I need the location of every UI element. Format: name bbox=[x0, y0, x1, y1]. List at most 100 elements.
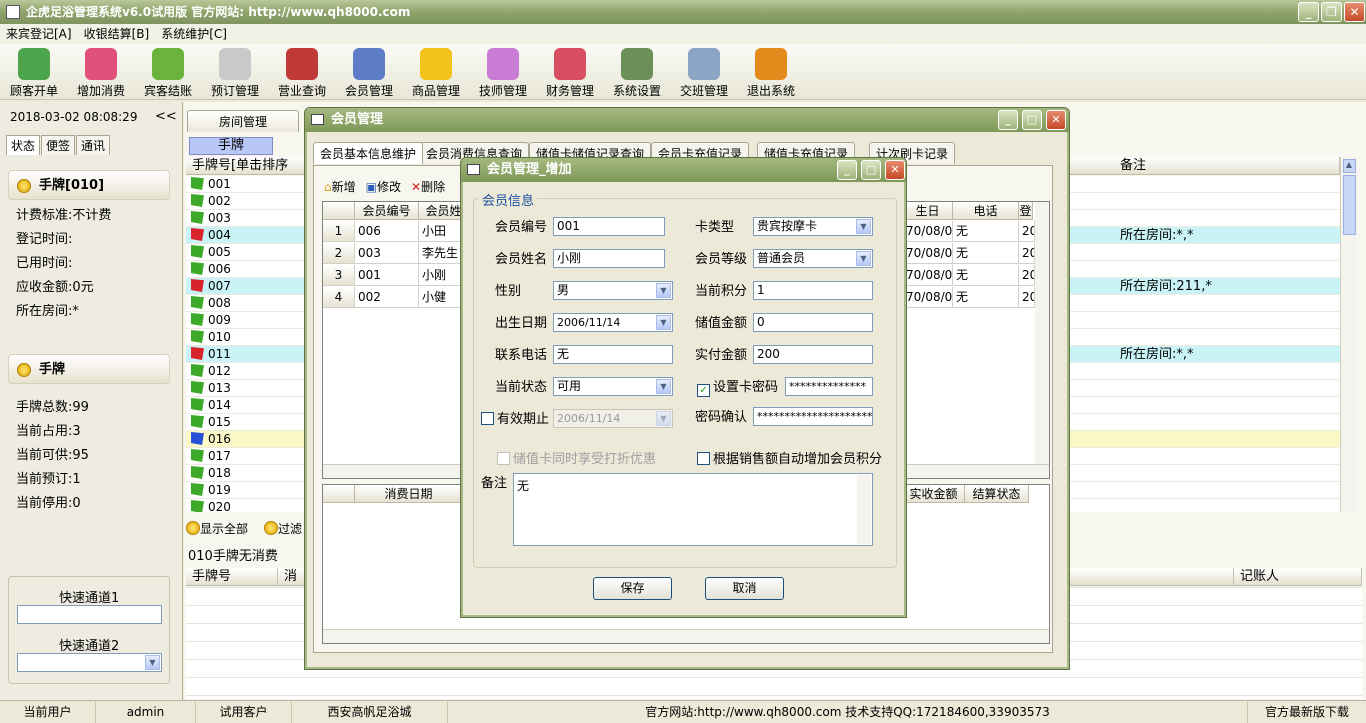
toolbar-members-button[interactable]: 会员管理 bbox=[336, 46, 402, 99]
restore-button[interactable]: ❐ bbox=[1321, 2, 1342, 22]
delete-member-button[interactable]: ✕删除 bbox=[411, 178, 445, 195]
menu-checkout[interactable]: 收银结算[B] bbox=[84, 27, 150, 41]
col-birthday[interactable]: 生日 bbox=[903, 202, 953, 220]
member-cell-phone[interactable]: 无 bbox=[953, 221, 1019, 242]
member-cell-birth[interactable]: 70/08/08 bbox=[903, 265, 953, 286]
member-cell-idx[interactable]: 1 bbox=[323, 221, 355, 242]
member-cell-id[interactable]: 003 bbox=[355, 243, 419, 264]
toolbar: 顾客开单 增加消费 宾客结账 预订管理 营业查询 会员管理 商品管理 技师管理 财务管理 系统设置… bbox=[0, 44, 1366, 100]
tab-member-basic[interactable]: 会员基本信息维护 bbox=[313, 142, 424, 164]
toolbar-checkout-button[interactable]: 宾客结账 bbox=[135, 46, 201, 99]
expiry-picker[interactable]: 2006/11/14 ▼ bbox=[553, 409, 673, 428]
col-received[interactable]: 实收金额 bbox=[903, 485, 965, 503]
remark-textarea[interactable]: 无 bbox=[513, 473, 873, 546]
discount-checkbox[interactable]: 储值卡同时享受打折优惠 bbox=[497, 448, 656, 467]
member-grid-vscroll[interactable] bbox=[1035, 202, 1049, 464]
status-bar: 当前用户 admin 试用客户 西安高帆足浴城 官方网站:http://www.… bbox=[0, 700, 1366, 723]
tab-handcard[interactable]: 手牌 bbox=[189, 137, 273, 155]
tab-room-management[interactable]: 房间管理 bbox=[187, 110, 299, 132]
col-settle-status[interactable]: 结算状态 bbox=[965, 485, 1029, 503]
toolbar-exit-button[interactable]: 退出系统 bbox=[738, 46, 804, 99]
add-dialog-minimize[interactable]: _ bbox=[837, 160, 857, 180]
tab-contacts[interactable]: 通讯 bbox=[76, 135, 111, 155]
menu-guest-register[interactable]: 来宾登记[A] bbox=[6, 27, 72, 41]
toolbar-customer-button[interactable]: 顾客开单 bbox=[1, 46, 67, 99]
phone-input[interactable]: 无 bbox=[553, 345, 673, 364]
minimize-button[interactable]: _ bbox=[1298, 2, 1319, 22]
edit-member-button[interactable]: ▣修改 bbox=[366, 178, 401, 195]
member-dialog-close[interactable]: ✕ bbox=[1046, 110, 1066, 130]
save-button[interactable]: 保存 bbox=[593, 577, 672, 600]
collapse-button[interactable]: << bbox=[155, 109, 177, 124]
member-cell-phone[interactable]: 无 bbox=[953, 265, 1019, 286]
add-member-button[interactable]: ⌂新增 bbox=[324, 178, 356, 195]
handcard-number: 007 bbox=[208, 279, 231, 293]
filter-button[interactable]: 过滤 bbox=[264, 520, 302, 537]
card-type-select[interactable]: 贵宾按摩卡 ▼ bbox=[753, 217, 873, 236]
member-cell-birth[interactable]: 70/08/08 bbox=[903, 221, 953, 242]
member-cell-id[interactable]: 006 bbox=[355, 221, 419, 242]
toolbar-clock-button[interactable]: 预订管理 bbox=[202, 46, 268, 99]
toolbar-label: 财务管理 bbox=[545, 84, 594, 98]
close-button[interactable]: ✕ bbox=[1344, 2, 1365, 22]
bottom-col-bookkeeper[interactable]: 记账人 bbox=[1234, 568, 1362, 586]
points-input[interactable]: 1 bbox=[753, 281, 873, 300]
scrollbar-vertical[interactable]: ▲ bbox=[1340, 157, 1357, 512]
bottom-col-handno[interactable]: 手牌号 bbox=[186, 568, 278, 586]
password-input[interactable]: ************** bbox=[785, 377, 873, 396]
member-name-input[interactable]: 小刚 bbox=[553, 249, 665, 268]
birthday-picker[interactable]: 2006/11/14 ▼ bbox=[553, 313, 673, 332]
gender-select[interactable]: 男 ▼ bbox=[553, 281, 673, 300]
set-password-checkbox[interactable]: ✓ 设置卡密码 bbox=[697, 376, 778, 397]
toolbar-handshake-button[interactable]: 交班管理 bbox=[671, 46, 737, 99]
member-cell-phone[interactable]: 无 bbox=[953, 287, 1019, 308]
member-cell-idx[interactable]: 4 bbox=[323, 287, 355, 308]
tab-memo[interactable]: 便签 bbox=[41, 135, 76, 155]
member-cell-id[interactable]: 002 bbox=[355, 287, 419, 308]
quick-channel-2-select[interactable]: ▼ bbox=[17, 653, 162, 672]
stored-amount-input[interactable]: 0 bbox=[753, 313, 873, 332]
download-latest-link[interactable]: 官方最新版下载 bbox=[1248, 701, 1366, 723]
password-confirm-input[interactable]: ********************** bbox=[753, 407, 873, 426]
toolbar-star-button[interactable]: 商品管理 bbox=[403, 46, 469, 99]
member-cell-id[interactable]: 001 bbox=[355, 265, 419, 286]
member-cell-idx[interactable]: 3 bbox=[323, 265, 355, 286]
member-cell-idx[interactable]: 2 bbox=[323, 243, 355, 264]
state-select[interactable]: 可用 ▼ bbox=[553, 377, 673, 396]
toolbar-settings-button[interactable]: 系统设置 bbox=[604, 46, 670, 99]
cancel-button[interactable]: 取消 bbox=[705, 577, 784, 600]
member-cell-x[interactable]: 20 bbox=[1019, 243, 1035, 264]
member-cell-x[interactable]: 20 bbox=[1019, 221, 1035, 242]
col-extra[interactable]: 登 bbox=[1019, 202, 1033, 220]
toolbar-finance-button[interactable]: 财务管理 bbox=[537, 46, 603, 99]
remark-scrollbar[interactable] bbox=[857, 475, 871, 544]
member-cell-birth[interactable]: 70/08/08 bbox=[903, 287, 953, 308]
member-cell-phone[interactable]: 无 bbox=[953, 243, 1019, 264]
expiry-checkbox[interactable]: 有效期止 bbox=[481, 408, 549, 427]
auto-points-checkbox[interactable]: 根据销售额自动增加会员积分 bbox=[697, 448, 882, 467]
member-cell-x[interactable]: 20 bbox=[1019, 265, 1035, 286]
quick-channel-1-input[interactable] bbox=[17, 605, 162, 624]
toolbar-technician-button[interactable]: 技师管理 bbox=[470, 46, 536, 99]
col-phone[interactable]: 电话 bbox=[953, 202, 1019, 220]
col-remark-header[interactable]: 备注 bbox=[1114, 157, 1340, 175]
member-level-select[interactable]: 普通会员 ▼ bbox=[753, 249, 873, 268]
member-dialog-minimize[interactable]: _ bbox=[998, 110, 1018, 130]
menu-system-maintenance[interactable]: 系统维护[C] bbox=[161, 27, 227, 41]
query-icon bbox=[286, 48, 318, 80]
toolbar-add-consume-button[interactable]: 增加消费 bbox=[68, 46, 134, 99]
col-consume-date[interactable]: 消费日期 bbox=[355, 485, 463, 503]
add-dialog-maximize[interactable]: □ bbox=[861, 160, 881, 180]
consume-grid-hscroll[interactable] bbox=[323, 629, 1049, 643]
member-cell-birth[interactable]: 70/08/08 bbox=[903, 243, 953, 264]
add-dialog-close[interactable]: ✕ bbox=[885, 160, 905, 180]
member-cell-x[interactable]: 20 bbox=[1019, 287, 1035, 308]
toolbar-query-button[interactable]: 营业查询 bbox=[269, 46, 335, 99]
member-id-input[interactable]: 001 bbox=[553, 217, 665, 236]
member-dialog-maximize[interactable]: □ bbox=[1022, 110, 1042, 130]
tab-status[interactable]: 状态 bbox=[6, 135, 41, 155]
chevron-down-icon: ▼ bbox=[145, 655, 160, 670]
col-member-id[interactable]: 会员编号 bbox=[355, 202, 419, 220]
show-all-button[interactable]: 显示全部 bbox=[186, 520, 248, 537]
paid-amount-input[interactable]: 200 bbox=[753, 345, 873, 364]
